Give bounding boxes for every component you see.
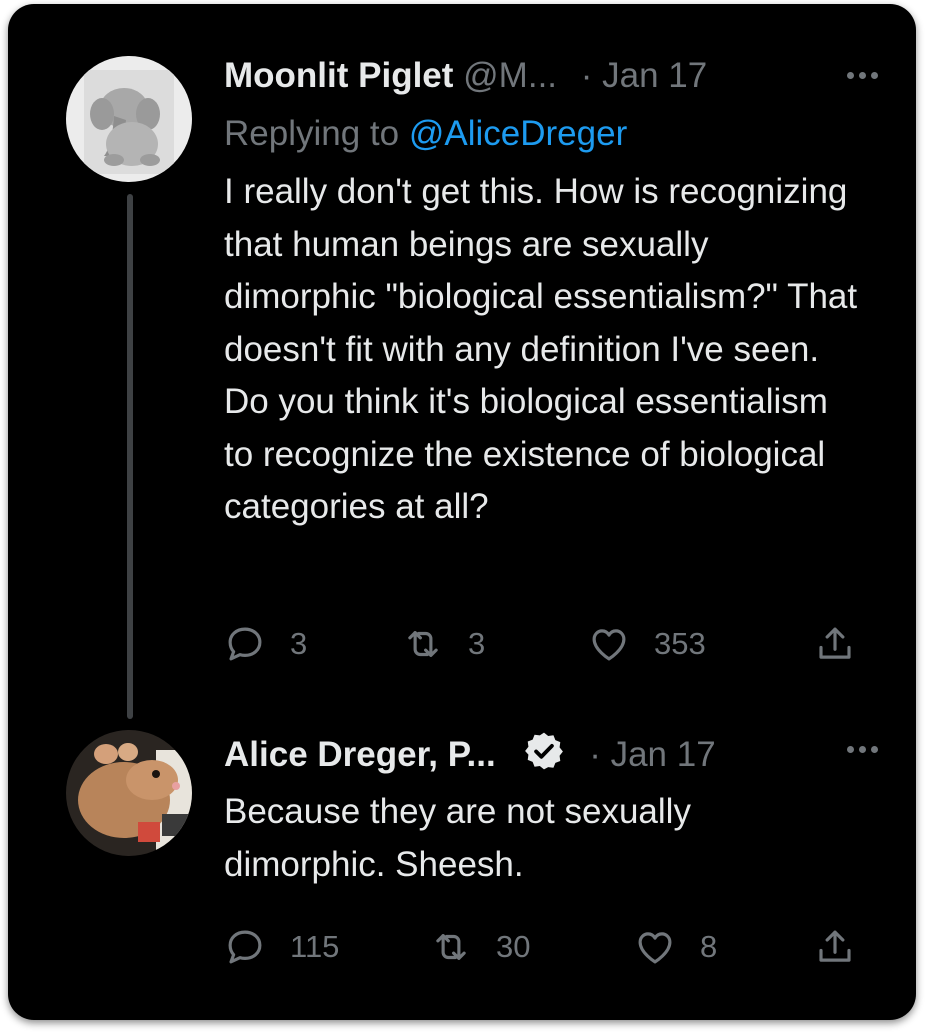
reply-count: 115 [290, 929, 340, 964]
tweet-header: Alice Dreger, P... · Jan 17 [224, 730, 878, 786]
tweet-header: Moonlit Piglet @M... · Jan 17 [224, 56, 878, 112]
tweet-1-actions: 3 3 353 [224, 623, 874, 671]
retweet-icon [436, 934, 466, 960]
avatar-alice-dreger[interactable] [66, 730, 192, 856]
retweet-icon [408, 631, 438, 657]
display-name[interactable]: Alice Dreger, P... [224, 735, 496, 774]
separator-dot: · [580, 56, 593, 95]
share-button[interactable] [814, 623, 856, 665]
tweet-2-actions: 115 30 8 [224, 926, 874, 974]
like-count: 8 [700, 929, 718, 964]
retweet-count: 30 [496, 929, 531, 964]
like-icon [592, 629, 626, 661]
tweet-thread-card: Moonlit Piglet @M... · Jan 17 Replying t… [8, 4, 916, 1020]
replying-to-prefix: Replying to [224, 114, 400, 153]
user-handle[interactable]: @M... [463, 56, 557, 95]
replying-to-line: Replying to @AliceDreger [224, 114, 856, 166]
replying-to-mention[interactable]: @AliceDreger [409, 114, 627, 153]
reply-button[interactable]: 115 [224, 926, 339, 968]
like-icon [638, 932, 672, 964]
thread-connector-line [127, 194, 133, 719]
display-name[interactable]: Moonlit Piglet [224, 56, 453, 95]
avatar-moonlit-piglet[interactable] [66, 56, 192, 182]
retweet-button[interactable]: 30 [430, 926, 530, 968]
more-icon[interactable] [847, 746, 878, 753]
tweet-1[interactable]: Moonlit Piglet @M... · Jan 17 Replying t… [224, 56, 878, 534]
separator-dot: · [589, 735, 601, 774]
retweet-button[interactable]: 3 [402, 623, 485, 665]
tweet-date[interactable]: Jan 17 [611, 735, 716, 774]
verified-badge-icon [525, 732, 564, 770]
tweet-text: I really don't get this. How is recogniz… [224, 172, 858, 526]
like-button[interactable]: 353 [588, 623, 706, 665]
reply-count: 3 [290, 626, 308, 661]
share-icon [819, 627, 851, 659]
reply-icon [228, 930, 262, 964]
share-button[interactable] [814, 926, 856, 968]
tweet-text: Because they are not sexually dimorphic.… [224, 792, 691, 884]
retweet-count: 3 [468, 626, 486, 661]
more-icon[interactable] [847, 72, 878, 79]
reply-icon [228, 627, 262, 661]
like-button[interactable]: 8 [634, 926, 717, 968]
reply-button[interactable]: 3 [224, 623, 307, 665]
tweet-2[interactable]: Alice Dreger, P... · Jan 17 Because they… [224, 730, 878, 891]
share-icon [819, 930, 851, 962]
tweet-date[interactable]: Jan 17 [602, 56, 707, 95]
like-count: 353 [654, 626, 706, 661]
